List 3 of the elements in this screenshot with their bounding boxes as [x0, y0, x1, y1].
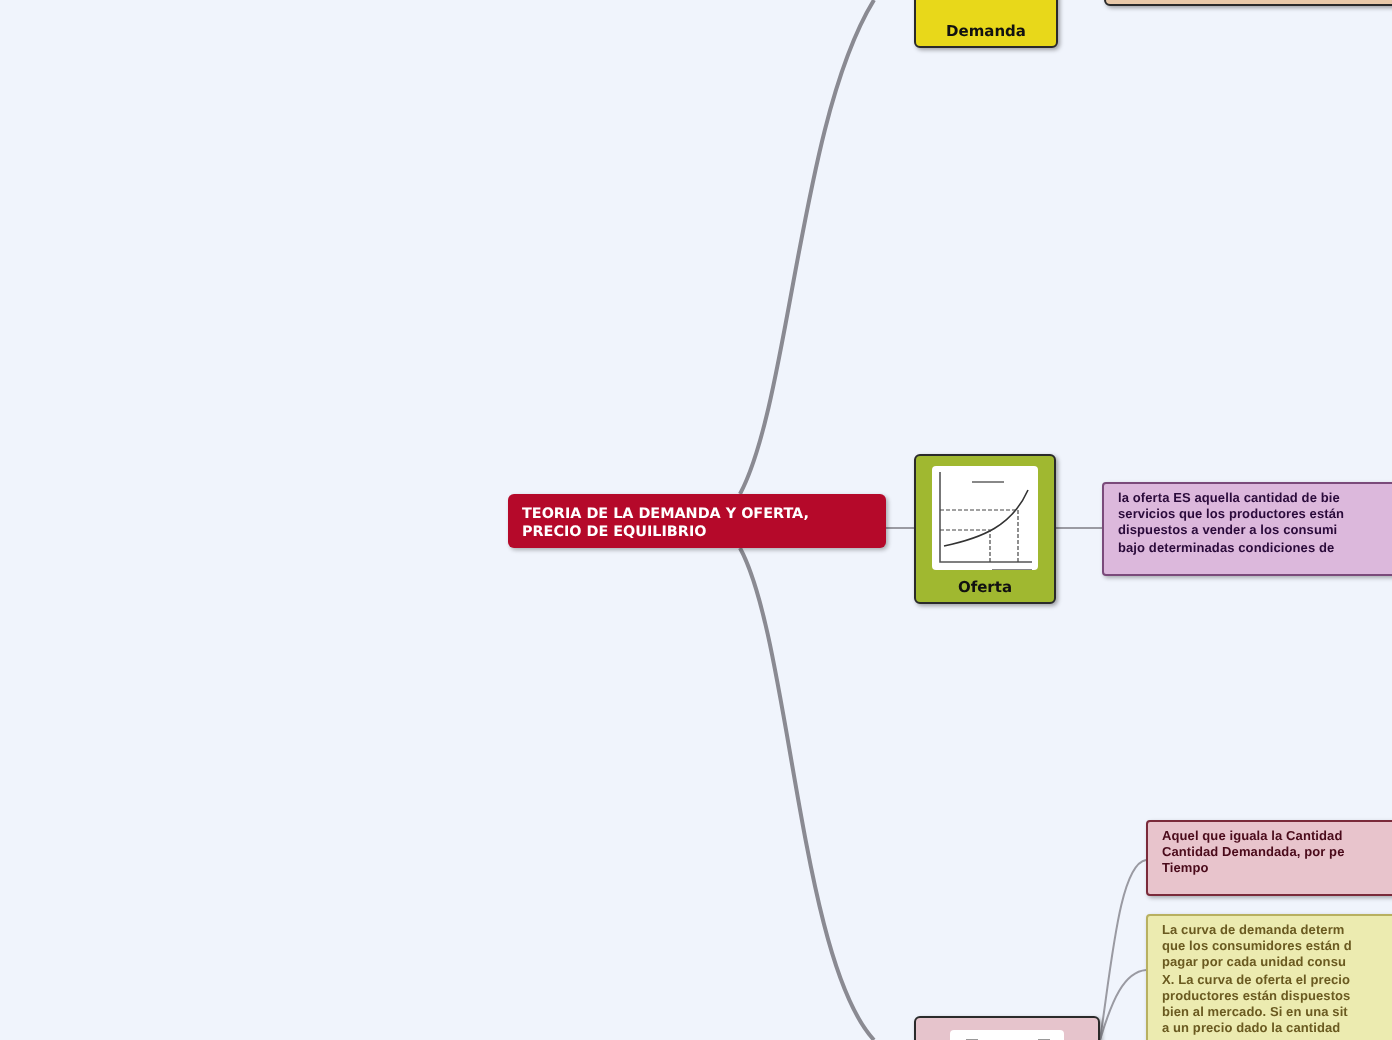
connector-line [885, 527, 915, 529]
connector-line [1053, 527, 1103, 529]
supply-curve-drawing [932, 466, 1038, 570]
